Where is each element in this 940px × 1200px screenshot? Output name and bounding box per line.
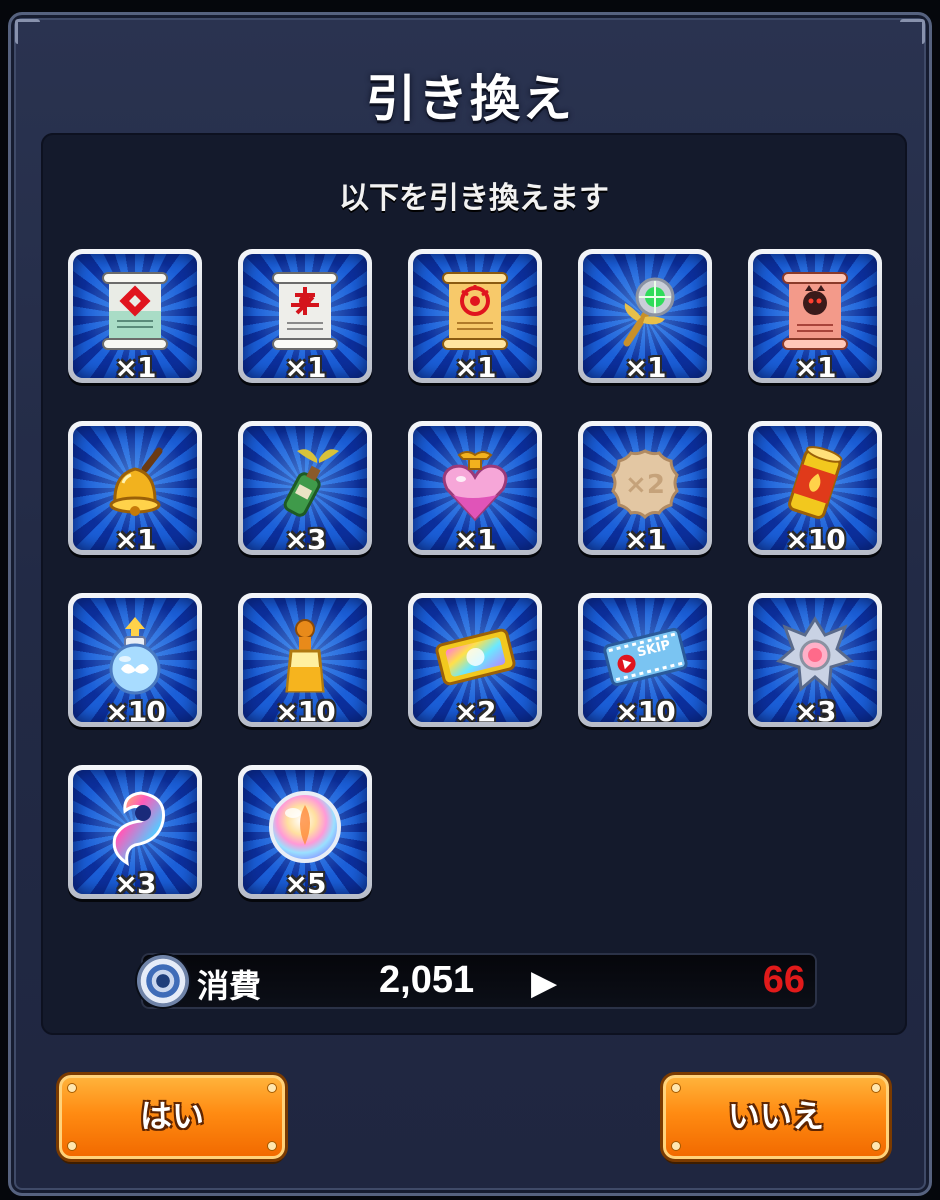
item-quantity: ×10: [105, 695, 165, 722]
exchange-panel: 以下を引き換えます ×1 ×1 ×1 ×1 ×1 ×1 ×3 ×1 ×2 ×1 …: [41, 133, 907, 1035]
item-tile[interactable]: ×2 ×1: [578, 421, 712, 555]
golden-bell-icon: [109, 447, 163, 517]
scroll-gold-rune-icon: [442, 272, 508, 351]
cookie-x2-icon: ×2: [611, 449, 679, 520]
item-quantity: ×3: [794, 695, 837, 722]
rainbow-ticket-icon: [435, 628, 516, 686]
item-quantity: ×10: [275, 695, 335, 722]
item-quantity: ×1: [794, 351, 837, 378]
item-tile[interactable]: ×3: [68, 765, 202, 899]
no-button[interactable]: いいえ: [663, 1075, 889, 1159]
item-tile[interactable]: ×1: [748, 249, 882, 383]
skip-ticket-icon: SKIP: [603, 627, 688, 687]
item-quantity: ×1: [454, 351, 497, 378]
cost-current-value: 2,051: [379, 959, 475, 1001]
item-tile[interactable]: ×1: [68, 249, 202, 383]
item-quantity: ×1: [114, 523, 157, 550]
dialog-title: 引き換え: [366, 70, 574, 128]
item-quantity: ×1: [454, 523, 497, 550]
item-quantity: ×2: [454, 695, 497, 722]
winged-potion-icon: [109, 617, 161, 695]
item-tile[interactable]: ×3: [748, 593, 882, 727]
svg-text:×2: ×2: [625, 470, 665, 500]
heart-potion-icon: [442, 451, 508, 522]
no-button-label: いいえ: [727, 1097, 824, 1135]
magic-wand-icon: [623, 277, 675, 347]
rainbow-ribbon-icon: [112, 791, 166, 867]
item-tile[interactable]: SKIP ×10: [578, 593, 712, 727]
item-tile[interactable]: ×2: [408, 593, 542, 727]
item-tile[interactable]: ×1: [578, 249, 712, 383]
item-tile[interactable]: ×1: [408, 421, 542, 555]
arrow-right-icon: ▶: [531, 963, 558, 1003]
yes-button-label: はい: [139, 1097, 204, 1135]
item-tile[interactable]: ×10: [238, 593, 372, 727]
dialog-subtitle: 以下を引き換えます: [339, 181, 609, 216]
item-quantity: ×10: [615, 695, 675, 722]
item-tile[interactable]: ×1: [408, 249, 542, 383]
yes-button[interactable]: はい: [59, 1075, 285, 1159]
item-quantity: ×1: [624, 523, 667, 550]
rainbow-orb-icon: [269, 791, 341, 864]
orange-bottle-icon: [285, 619, 325, 693]
item-tile[interactable]: ×1: [68, 421, 202, 555]
item-tile[interactable]: ×10: [748, 421, 882, 555]
scroll-pink-rune-icon: [782, 272, 848, 351]
fire-can-icon: [788, 446, 843, 519]
item-quantity: ×1: [284, 351, 327, 378]
scroll-white-rune-icon: [272, 272, 338, 351]
item-quantity: ×3: [114, 867, 157, 894]
item-quantity: ×1: [114, 351, 157, 378]
item-tile[interactable]: ×3: [238, 421, 372, 555]
item-quantity: ×5: [284, 867, 327, 894]
item-tile[interactable]: ×10: [68, 593, 202, 727]
item-tile[interactable]: ×1: [238, 249, 372, 383]
medal-coin-icon: [137, 955, 189, 1007]
silver-crest-icon: [775, 616, 855, 693]
cost-label: 消費: [197, 967, 262, 1005]
cost-bar: 消費 2,051 ▶ 66: [137, 953, 817, 1009]
item-quantity: ×10: [785, 523, 845, 550]
exchange-dialog: 引き換え 以下を引き換えます ×1 ×1 ×1 ×1 ×1 ×1 ×3 ×1 ×…: [8, 12, 932, 1196]
cost-remaining-value: 66: [762, 959, 805, 1001]
item-quantity: ×3: [284, 523, 327, 550]
sprout-bottle-icon: [283, 449, 339, 517]
item-quantity: ×1: [624, 351, 667, 378]
scroll-red-rune-icon: [102, 272, 168, 351]
item-tile[interactable]: ×5: [238, 765, 372, 899]
